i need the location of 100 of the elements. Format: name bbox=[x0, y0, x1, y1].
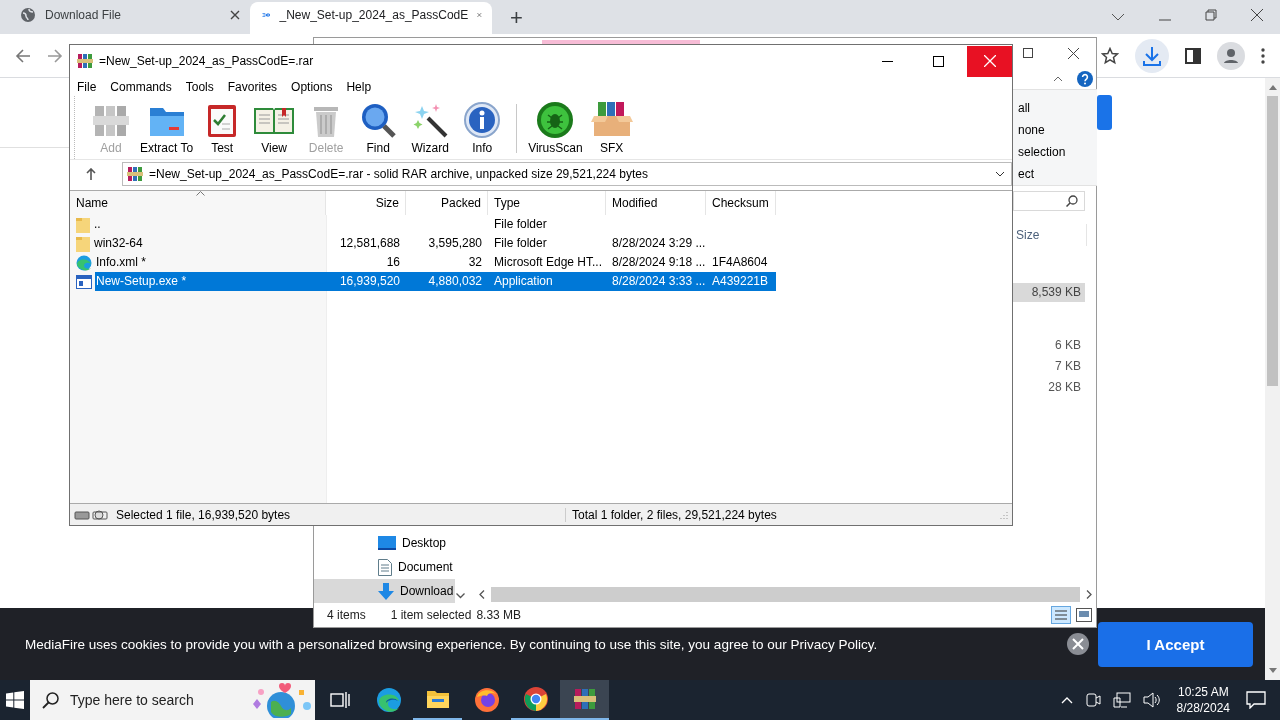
toolbar-button[interactable]: Test bbox=[196, 96, 249, 159]
scroll-down-icon[interactable] bbox=[456, 593, 465, 599]
restore-icon[interactable] bbox=[1205, 9, 1217, 21]
browser-tab[interactable]: Download File bbox=[8, 2, 250, 34]
table-cell-text: 1F4A8604 bbox=[711, 254, 769, 271]
table-cell-text: 16,939,520 bbox=[338, 273, 401, 290]
table-cell-text: 8/28/2024 3:33 ... bbox=[611, 273, 706, 290]
search-field[interactable] bbox=[1013, 191, 1085, 211]
books-stack-icon bbox=[572, 687, 597, 711]
toolbar-button[interactable]: Extract To bbox=[137, 96, 197, 159]
taskbar-search-field[interactable]: Type here to search bbox=[30, 680, 315, 720]
new-tab-button[interactable]: + bbox=[502, 7, 531, 34]
toolbar-button[interactable]: SFX bbox=[585, 96, 638, 159]
tiles-view-icon[interactable] bbox=[1076, 608, 1092, 622]
nav-item[interactable]: Download bbox=[314, 579, 455, 603]
ribbon-command[interactable]: none bbox=[1018, 119, 1045, 141]
toolbar-button[interactable]: Wizard bbox=[404, 96, 457, 159]
books-stack-icon bbox=[77, 53, 93, 69]
file-name[interactable]: .. bbox=[93, 215, 103, 234]
cookie-notice: MediaFire uses cookies to provide you with a personalized browsing experience. By continuing to use this site, you agree to our Privacy Policy. bbox=[25, 636, 878, 652]
toolbar-button[interactable]: Info bbox=[456, 96, 509, 159]
scroll-down-icon[interactable] bbox=[1268, 668, 1277, 674]
status-text: 1 item selected bbox=[390, 608, 472, 622]
maximize-icon[interactable] bbox=[1023, 48, 1033, 58]
scroll-right-icon[interactable] bbox=[1086, 589, 1092, 599]
file-name[interactable]: Info.xml * bbox=[95, 253, 148, 272]
menu-item[interactable]: Commands bbox=[103, 79, 179, 94]
maximize-icon bbox=[933, 55, 944, 67]
forward-icon[interactable] bbox=[47, 47, 63, 64]
document-icon bbox=[378, 558, 392, 576]
nav-item[interactable]: Desktop bbox=[314, 531, 455, 555]
download-icon[interactable] bbox=[1135, 38, 1169, 73]
browser-tab[interactable]: _New_Set-up_2024_as_PassCodE bbox=[250, 2, 492, 34]
toolbar-button[interactable]: View bbox=[248, 96, 301, 159]
desktop-icon bbox=[378, 536, 396, 550]
close-icon[interactable] bbox=[1068, 47, 1079, 59]
file-size[interactable]: 7 KB bbox=[1013, 356, 1085, 377]
speaker-icon[interactable] bbox=[1142, 692, 1161, 708]
books-stack-icon bbox=[127, 166, 143, 182]
table-cell-text: 4,880,032 bbox=[427, 273, 483, 290]
menu-item[interactable]: Help bbox=[339, 79, 379, 94]
file-size[interactable]: 28 KB bbox=[1013, 377, 1085, 398]
side-panel-icon[interactable] bbox=[1185, 47, 1201, 64]
file-name[interactable]: win32-64 bbox=[93, 234, 145, 253]
menu-icon[interactable] bbox=[1261, 47, 1265, 64]
firefox-icon bbox=[473, 687, 500, 713]
meet-now-icon[interactable] bbox=[1084, 692, 1101, 708]
table-cell-text: Microsoft Edge HT... bbox=[493, 254, 604, 271]
status-text: Selected 1 file, 16,939,520 bytes bbox=[116, 507, 292, 522]
dropdown-caret-icon[interactable] bbox=[995, 171, 1005, 177]
close-icon[interactable] bbox=[230, 10, 240, 20]
table-cell-text: File folder bbox=[493, 235, 548, 252]
program-icon bbox=[76, 274, 92, 289]
profile-icon[interactable] bbox=[1217, 41, 1245, 70]
globe-icon bbox=[20, 7, 36, 23]
ribbon-command[interactable]: all bbox=[1018, 97, 1030, 119]
close-button[interactable] bbox=[967, 45, 1012, 77]
minimize-icon bbox=[882, 60, 893, 62]
search-icon bbox=[1066, 195, 1078, 207]
details-view-icon[interactable] bbox=[1051, 606, 1071, 624]
help-icon[interactable] bbox=[1077, 70, 1093, 87]
sort-indicator-icon bbox=[196, 191, 205, 196]
menu-item[interactable]: Options bbox=[284, 79, 340, 94]
close-icon bbox=[983, 55, 996, 67]
accept-button[interactable]: I Accept bbox=[1098, 621, 1253, 667]
ribbon-command[interactable]: selection bbox=[1018, 141, 1066, 163]
table-cell-text: 12,581,688 bbox=[338, 235, 401, 252]
ribbon-command[interactable]: ect bbox=[1018, 163, 1034, 185]
menu-item[interactable]: Favorites bbox=[220, 79, 285, 94]
file-size[interactable]: 6 KB bbox=[1013, 335, 1085, 356]
taskbar-app-button[interactable] bbox=[560, 680, 609, 720]
bug-icon bbox=[535, 100, 576, 140]
file-size[interactable]: 8,539 KB bbox=[1013, 283, 1085, 302]
menu-item[interactable]: Tools bbox=[178, 79, 221, 94]
star-icon[interactable] bbox=[1101, 46, 1119, 65]
scrollbar[interactable] bbox=[1265, 78, 1280, 680]
network-icon[interactable] bbox=[1112, 692, 1131, 708]
notification-icon[interactable] bbox=[1246, 691, 1266, 709]
scroll-left-icon[interactable] bbox=[479, 589, 485, 599]
toolbar-button[interactable]: VirusScan bbox=[525, 96, 586, 159]
nav-item[interactable]: Document bbox=[314, 555, 455, 579]
resize-grip-icon[interactable] bbox=[1000, 510, 1008, 519]
close-icon[interactable] bbox=[1251, 9, 1263, 21]
column-header[interactable]: Size bbox=[326, 191, 406, 215]
scroll-up-icon[interactable] bbox=[1268, 84, 1277, 90]
menu-item[interactable]: File bbox=[70, 79, 104, 94]
file-name[interactable]: New-Setup.exe * bbox=[95, 272, 326, 291]
info-icon bbox=[462, 100, 503, 140]
back-icon[interactable] bbox=[15, 47, 31, 64]
path-field[interactable]: =New_Set-up_2024_as_PassCodE=.rar - solid RAR archive, unpacked size 29,521,224 bytes bbox=[122, 162, 1012, 186]
windows-start-icon[interactable] bbox=[6, 691, 24, 709]
chrome-icon bbox=[522, 686, 549, 712]
status-text: 4 items bbox=[327, 608, 366, 622]
table-cell-text: 32 bbox=[467, 254, 483, 271]
column-header[interactable]: Size bbox=[1016, 228, 1040, 242]
up-arrow-icon[interactable] bbox=[86, 168, 96, 180]
edge-icon bbox=[375, 687, 402, 713]
toolbar-button[interactable]: Find bbox=[352, 96, 405, 159]
close-icon[interactable] bbox=[1066, 632, 1090, 656]
chevron-down-icon[interactable] bbox=[1111, 13, 1125, 21]
